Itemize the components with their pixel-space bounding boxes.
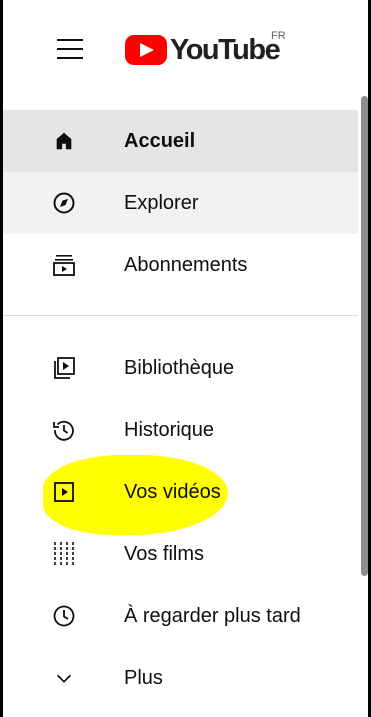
chevron-down-icon bbox=[51, 665, 77, 691]
watch-later-icon bbox=[51, 603, 77, 629]
history-icon bbox=[51, 417, 77, 443]
sidebar-scrollbar[interactable] bbox=[361, 96, 368, 576]
library-icon bbox=[51, 355, 77, 381]
sidebar-item-watch-later[interactable]: À regarder plus tard bbox=[3, 585, 358, 647]
sidebar-item-label: Plus bbox=[124, 666, 163, 689]
sidebar-item-explorer[interactable]: Explorer bbox=[3, 172, 358, 234]
sidebar-item-label: Bibliothèque bbox=[124, 356, 235, 379]
sidebar-item-label: Explorer bbox=[124, 191, 199, 214]
sidebar-item-label: Vos films bbox=[124, 542, 205, 565]
menu-icon[interactable] bbox=[55, 38, 85, 60]
section-divider bbox=[3, 315, 358, 316]
sidebar-item-vos-films[interactable]: Vos films bbox=[3, 523, 358, 585]
country-code: FR bbox=[271, 30, 286, 42]
sidebar-item-label: Accueil bbox=[124, 129, 196, 152]
sidebar-item-label: À regarder plus tard bbox=[124, 604, 301, 627]
sidebar-item-label: Vos vidéos bbox=[124, 480, 221, 503]
sidebar-item-vos-videos[interactable]: Vos vidéos bbox=[3, 461, 358, 523]
sidebar-item-bibliotheque[interactable]: Bibliothèque bbox=[3, 337, 358, 399]
subscriptions-icon bbox=[51, 252, 77, 278]
sidebar-nav: Accueil Explorer Abonnements Bibliothèqu… bbox=[3, 110, 358, 709]
sidebar-item-abonnements[interactable]: Abonnements bbox=[3, 234, 358, 296]
your-videos-icon bbox=[51, 479, 77, 505]
film-icon bbox=[51, 541, 77, 567]
sidebar-item-label: Abonnements bbox=[124, 253, 248, 276]
sidebar-header: YouTube FR bbox=[3, 0, 368, 96]
compass-icon bbox=[51, 190, 77, 216]
sidebar-item-label: Historique bbox=[124, 418, 215, 441]
sidebar-item-historique[interactable]: Historique bbox=[3, 399, 358, 461]
home-icon bbox=[51, 128, 77, 154]
youtube-logo[interactable]: YouTube bbox=[125, 32, 281, 68]
youtube-play-icon bbox=[125, 35, 167, 65]
sidebar-item-plus[interactable]: Plus bbox=[3, 647, 358, 709]
sidebar-item-accueil[interactable]: Accueil bbox=[3, 110, 358, 172]
brand-name: YouTube bbox=[170, 33, 281, 66]
